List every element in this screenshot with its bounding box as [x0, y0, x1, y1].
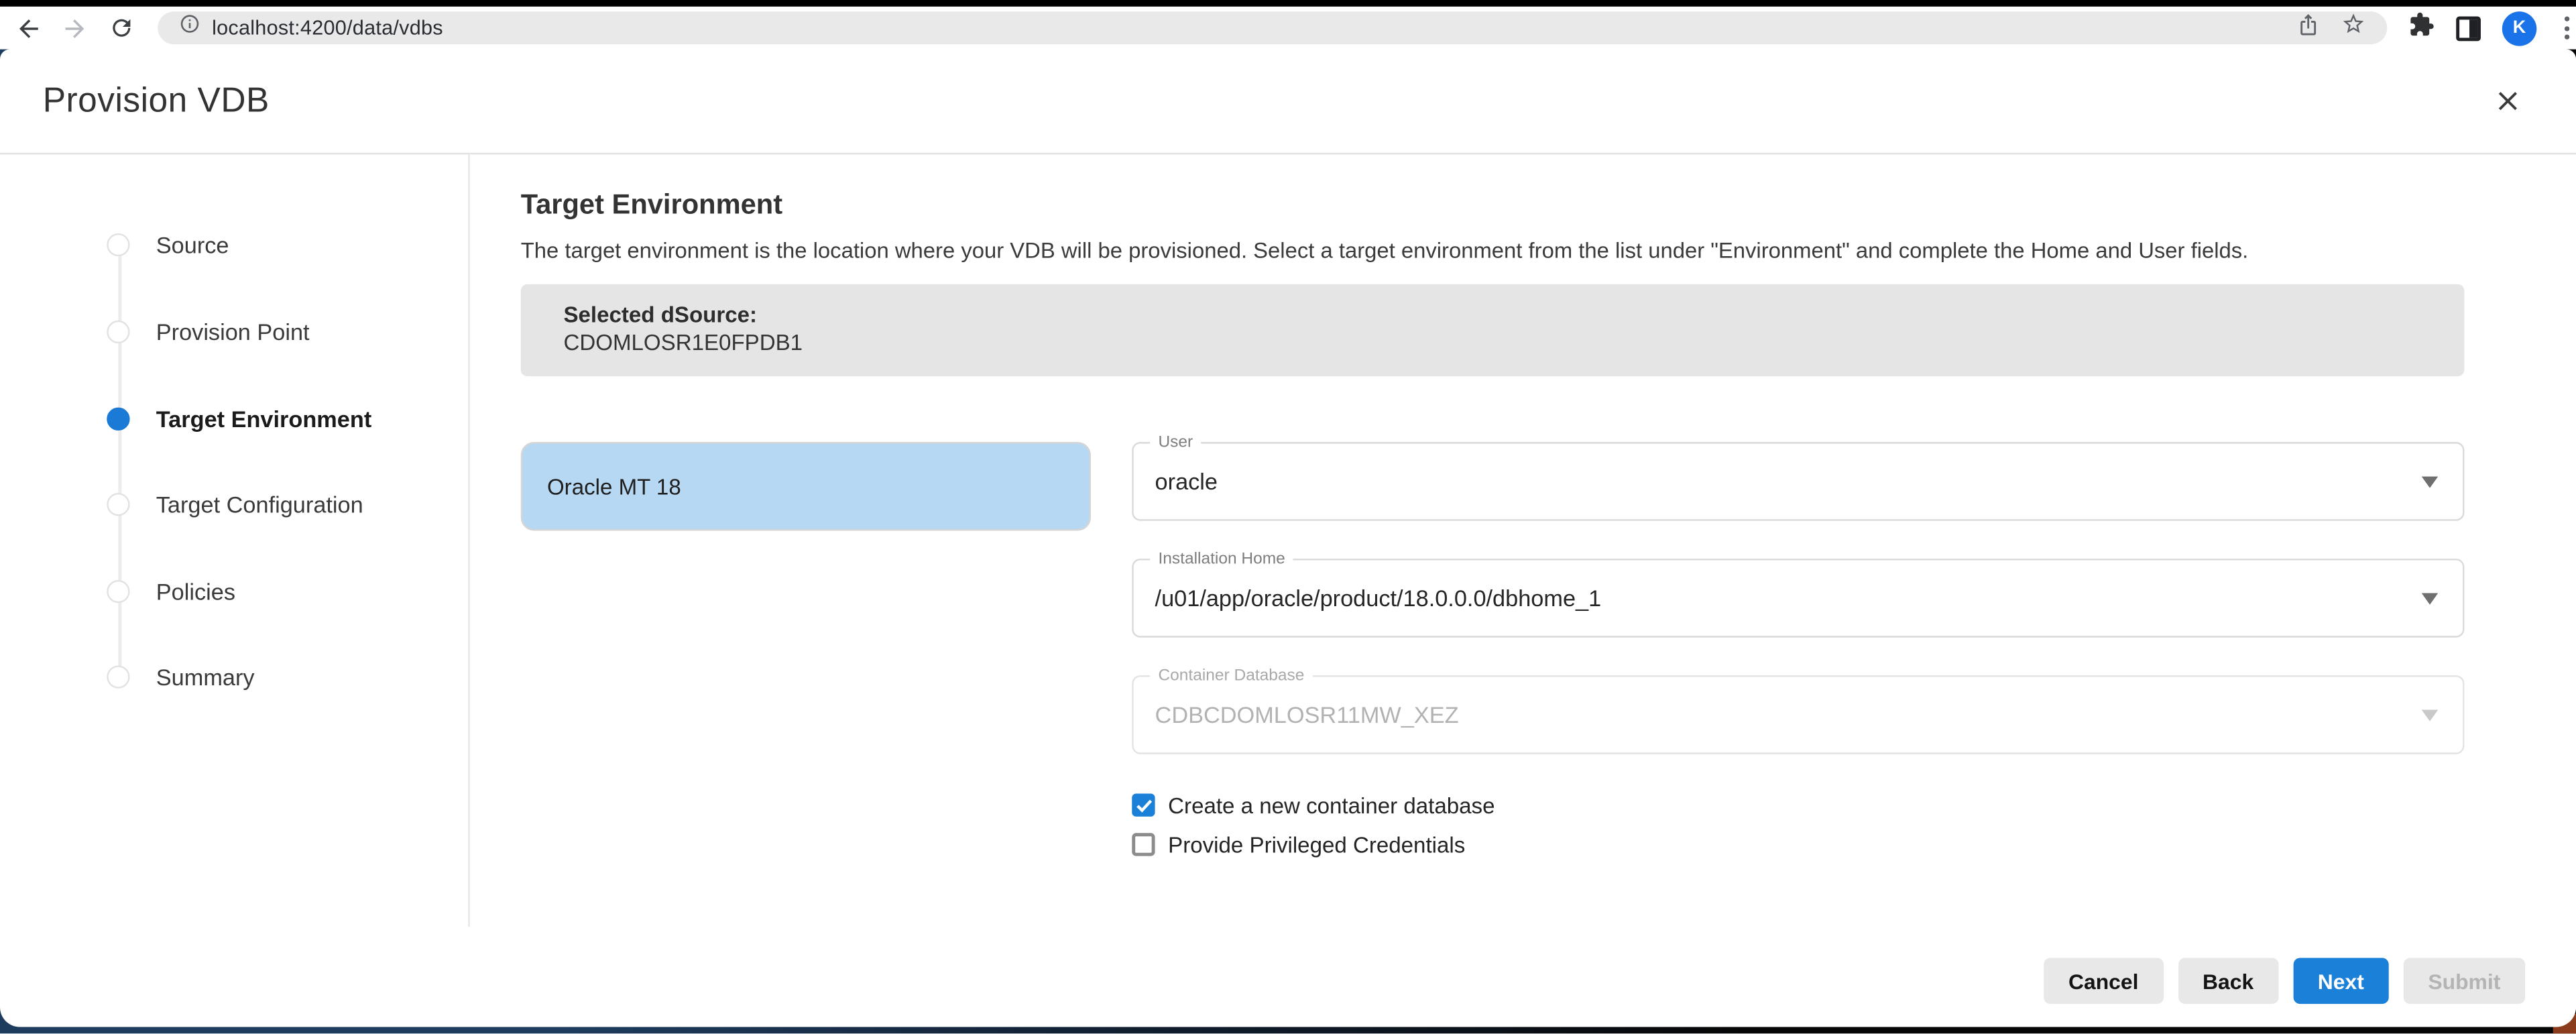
installation-home-select[interactable]: Installation Home /u01/app/oracle/produc…	[1132, 559, 2464, 638]
bookmark-star-icon[interactable]	[2341, 11, 2366, 44]
screen: localhost:4200/data/vdbs K Provision VDB	[0, 0, 2576, 1034]
page-description: The target environment is the location w…	[521, 238, 2459, 263]
url-text[interactable]: localhost:4200/data/vdbs	[212, 17, 443, 40]
wizard-stepper: Source Provision Point Target Environmen…	[0, 154, 468, 1027]
browser-toolbar: localhost:4200/data/vdbs K	[0, 0, 2576, 50]
browser-menu-icon[interactable]	[2558, 13, 2576, 43]
address-bar[interactable]: localhost:4200/data/vdbs	[158, 11, 2387, 44]
dialog-footer: Cancel Back Next Submit	[2044, 958, 2525, 1004]
user-select-label: User	[1150, 433, 1201, 451]
step-provision-point[interactable]: Provision Point	[107, 315, 309, 348]
create-new-container-checkbox-row[interactable]: Create a new container database	[1132, 791, 2464, 820]
page-title: Target Environment	[521, 189, 2576, 222]
step-content: Target Environment The target environmen…	[468, 154, 2576, 1027]
forward-icon[interactable]	[61, 14, 89, 42]
container-database-label: Container Database	[1150, 667, 1312, 685]
next-button[interactable]: Next	[2293, 958, 2389, 1004]
installation-home-label: Installation Home	[1150, 550, 1293, 568]
submit-button: Submit	[2404, 958, 2525, 1004]
checkbox-label: Provide Privileged Credentials	[1168, 832, 1465, 857]
checkbox-unchecked-icon[interactable]	[1132, 833, 1155, 856]
selected-dsource-banner: Selected dSource: CDOMLOSR1E0FPDB1	[521, 284, 2465, 376]
container-database-select: Container Database CDBCDOMLOSR11MW_XEZ	[1132, 675, 2464, 754]
dialog-title: Provision VDB	[43, 81, 270, 121]
step-dot-active	[107, 408, 129, 430]
reload-icon[interactable]	[107, 14, 135, 42]
checkbox-checked-icon[interactable]	[1132, 793, 1155, 816]
step-target-environment[interactable]: Target Environment	[107, 402, 371, 435]
step-summary[interactable]: Summary	[107, 660, 254, 693]
checkbox-label: Create a new container database	[1168, 793, 1495, 817]
step-dot	[107, 493, 129, 516]
step-target-configuration[interactable]: Target Configuration	[107, 488, 363, 521]
profile-avatar[interactable]: K	[2502, 11, 2536, 45]
selected-dsource-label: Selected dSource:	[563, 302, 2421, 327]
step-policies[interactable]: Policies	[107, 575, 235, 608]
environment-card-oracle-mt-18[interactable]: Oracle MT 18	[521, 442, 1091, 530]
dialog-header: Provision VDB	[0, 50, 2576, 155]
close-icon[interactable]	[2487, 81, 2527, 121]
container-database-value: CDBCDOMLOSR11MW_XEZ	[1155, 701, 1459, 728]
chevron-down-icon	[2422, 710, 2439, 722]
chevron-down-icon	[2422, 593, 2439, 605]
step-source[interactable]: Source	[107, 229, 229, 262]
back-button[interactable]: Back	[2178, 958, 2278, 1004]
back-icon[interactable]	[15, 14, 43, 42]
extensions-puzzle-icon[interactable]	[2408, 11, 2435, 45]
share-icon[interactable]	[2297, 12, 2320, 44]
chevron-down-icon	[2422, 477, 2439, 488]
step-dot	[107, 580, 129, 603]
privileged-credentials-checkbox-row[interactable]: Provide Privileged Credentials	[1132, 829, 2464, 859]
stepper-connector-line	[118, 247, 121, 677]
provision-vdb-dialog: Provision VDB Source Provision Point	[0, 50, 2576, 1028]
installation-home-value: /u01/app/oracle/product/18.0.0.0/dbhome_…	[1155, 585, 1602, 611]
step-dot	[107, 665, 129, 688]
user-select[interactable]: User oracle	[1132, 442, 2464, 521]
cancel-button[interactable]: Cancel	[2044, 958, 2163, 1004]
step-dot	[107, 321, 129, 343]
selected-dsource-value: CDOMLOSR1E0FPDB1	[563, 331, 2421, 355]
site-info-icon[interactable]	[179, 13, 200, 43]
user-select-value: oracle	[1155, 468, 1218, 494]
step-dot	[107, 233, 129, 256]
environment-card-label: Oracle MT 18	[547, 474, 681, 499]
sidebar-toggle-icon[interactable]	[2456, 15, 2481, 40]
